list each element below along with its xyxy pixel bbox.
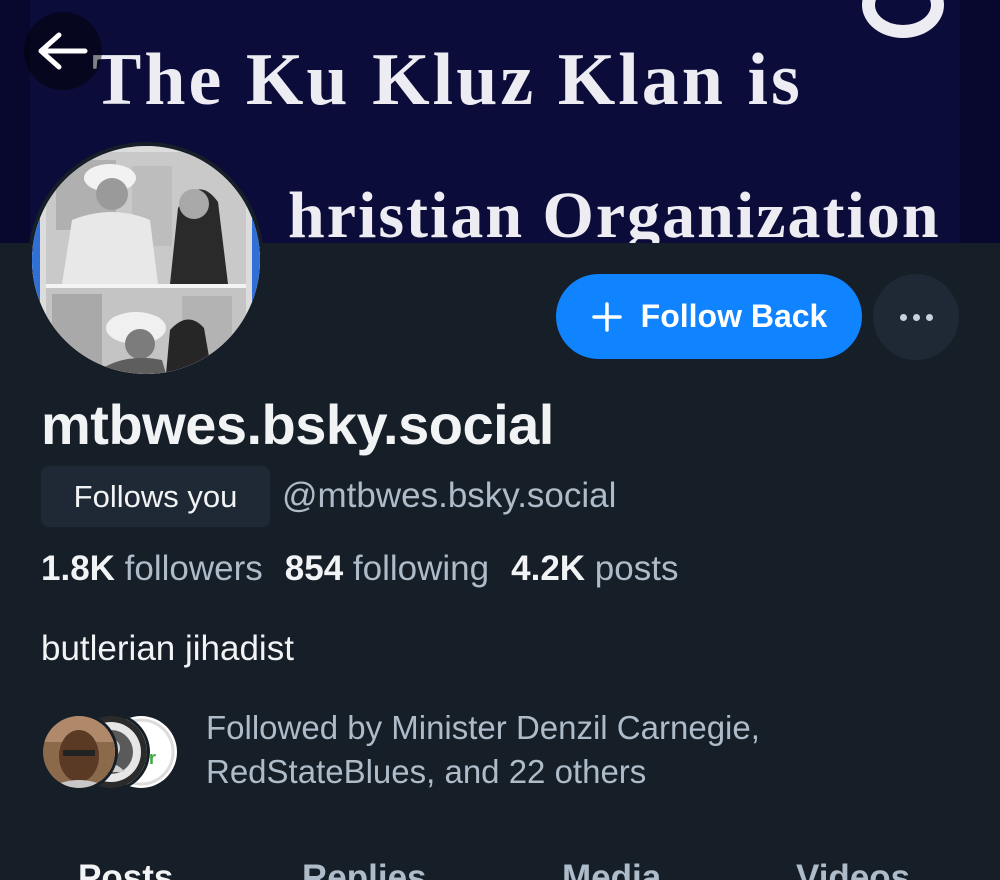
banner-ring-shape bbox=[862, 0, 944, 38]
follow-back-button[interactable]: Follow Back bbox=[556, 274, 862, 359]
banner-text-line1: The Ku Kluz Klan is bbox=[92, 39, 803, 121]
arrow-left-icon bbox=[38, 32, 88, 70]
followers-count: 1.8K bbox=[41, 549, 115, 588]
more-options-button[interactable] bbox=[873, 274, 959, 360]
profile-handle: @mtbwes.bsky.social bbox=[282, 476, 617, 515]
followers-label: followers bbox=[124, 549, 263, 588]
profile-display-name: mtbwes.bsky.social bbox=[41, 393, 554, 456]
followed-by-avatars[interactable]: ter bbox=[40, 713, 180, 791]
posts-count: 4.2K bbox=[511, 549, 586, 588]
tab-replies[interactable]: Replies bbox=[302, 858, 427, 880]
follows-you-badge: Follows you bbox=[41, 466, 270, 527]
tab-videos[interactable]: Videos bbox=[796, 858, 910, 880]
back-button[interactable] bbox=[24, 12, 102, 90]
posts-label: posts bbox=[594, 549, 679, 588]
profile-avatar[interactable] bbox=[28, 142, 264, 378]
follower-avatar-1 bbox=[40, 713, 118, 791]
posts-stat: 4.2K posts bbox=[511, 549, 678, 588]
profile-tabs: Posts Replies Media Videos bbox=[0, 858, 1000, 880]
avatar-photo bbox=[32, 146, 260, 374]
followed-by-line1: Followed by Minister Denzil Carnegie, bbox=[206, 709, 760, 746]
following-count: 854 bbox=[284, 549, 344, 588]
ellipsis-icon bbox=[899, 313, 933, 321]
banner-text-line2: hristian Organization bbox=[288, 179, 941, 243]
tab-posts[interactable]: Posts bbox=[78, 858, 173, 880]
followed-by-line2: RedStateBlues, and 22 others bbox=[206, 753, 647, 790]
following-stat[interactable]: 854 following bbox=[285, 549, 489, 588]
followed-by-text[interactable]: Followed by Minister Denzil Carnegie, Re… bbox=[206, 706, 760, 794]
plus-icon bbox=[591, 301, 622, 332]
following-label: following bbox=[352, 549, 490, 588]
follow-back-label: Follow Back bbox=[640, 298, 828, 334]
profile-bio: butlerian jihadist bbox=[41, 629, 294, 668]
tab-media[interactable]: Media bbox=[562, 858, 661, 880]
followers-stat[interactable]: 1.8K followers bbox=[41, 549, 263, 588]
profile-stats: 1.8K followers 854 following 4.2K posts bbox=[41, 549, 678, 589]
